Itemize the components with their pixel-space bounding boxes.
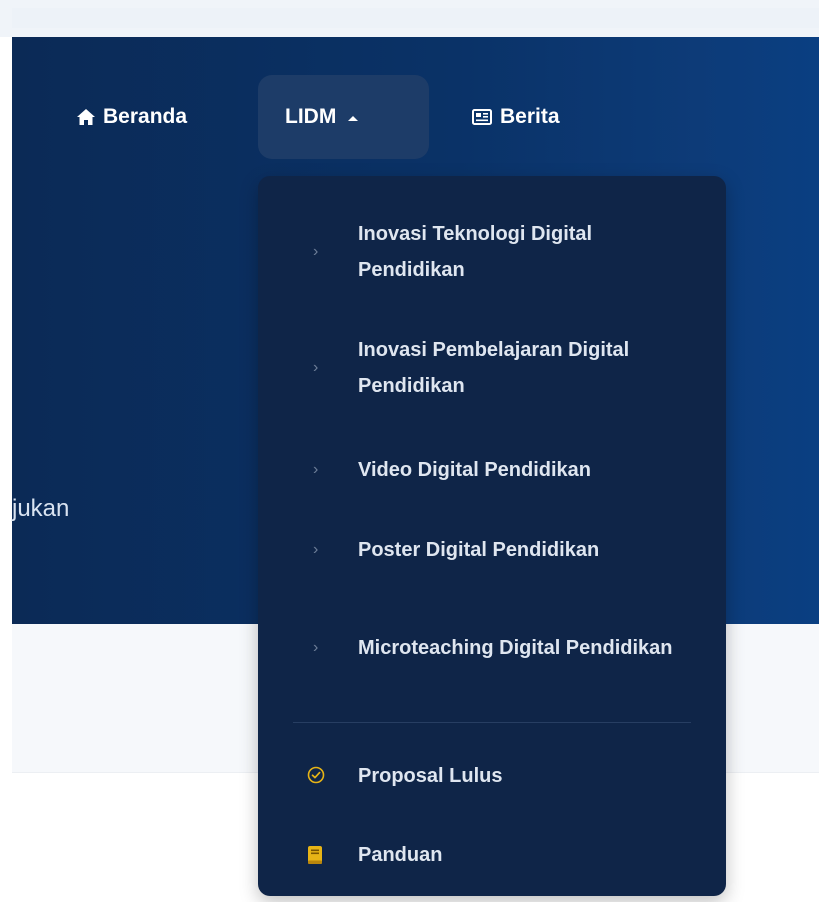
newspaper-icon — [472, 109, 492, 125]
menu-item-microteaching[interactable]: › Microteaching Digital Pendidikan — [258, 612, 726, 684]
menu-item-panduan[interactable]: Panduan — [258, 837, 726, 873]
hero-partial-text: jukan — [12, 495, 70, 522]
menu-item-poster[interactable]: › Poster Digital Pendidikan — [258, 532, 726, 568]
check-circle-icon — [307, 766, 325, 784]
menu-item-label: Inovasi Pembelajaran Digital Pendidikan — [358, 339, 630, 397]
lidm-dropdown-menu: › Inovasi Teknologi Digital Pendidikan ›… — [258, 176, 726, 896]
menu-item-inovasi-pembelajaran[interactable]: › Inovasi Pembelajaran Digital Pendidika… — [258, 332, 726, 404]
book-icon — [307, 845, 323, 865]
top-strip — [0, 0, 819, 37]
menu-item-video[interactable]: › Video Digital Pendidikan — [258, 452, 726, 488]
chevron-right-icon: › — [313, 359, 319, 376]
menu-item-label: Proposal Lulus — [358, 765, 503, 787]
nav-lidm-label: LIDM — [285, 105, 337, 128]
menu-item-label: Video Digital Pendidikan — [358, 459, 592, 481]
nav-berita[interactable]: Berita — [472, 75, 560, 159]
menu-item-label: Panduan — [358, 844, 443, 866]
menu-divider — [293, 722, 691, 723]
chevron-right-icon: › — [313, 243, 319, 260]
nav-berita-label: Berita — [500, 105, 560, 128]
chevron-up-icon — [348, 115, 359, 121]
menu-item-inovasi-teknologi[interactable]: › Inovasi Teknologi Digital Pendidikan — [258, 216, 726, 288]
menu-item-label: Microteaching Digital Pendidikan — [358, 637, 673, 659]
chevron-right-icon: › — [313, 541, 319, 558]
home-icon — [77, 109, 95, 125]
nav-lidm[interactable]: LIDM — [258, 75, 429, 159]
menu-item-label: Inovasi Teknologi Digital Pendidikan — [358, 223, 593, 281]
chevron-right-icon: › — [313, 639, 319, 656]
menu-item-proposal-lulus[interactable]: Proposal Lulus — [258, 758, 726, 794]
nav-beranda[interactable]: Beranda — [77, 75, 187, 159]
nav-beranda-label: Beranda — [103, 105, 188, 128]
chevron-right-icon: › — [313, 461, 319, 478]
menu-item-label: Poster Digital Pendidikan — [358, 539, 600, 561]
top-strip-inner — [12, 8, 819, 28]
